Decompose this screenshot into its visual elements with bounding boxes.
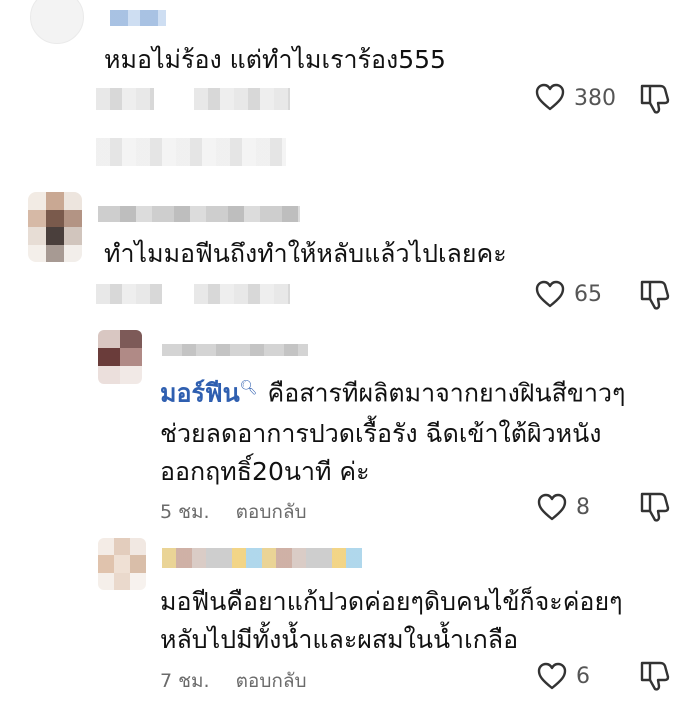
- like-count: 6: [576, 664, 590, 689]
- comment-line: ออกฤทธิ์20นาที ค่ะ: [160, 457, 370, 486]
- heart-outline-icon[interactable]: [534, 279, 566, 309]
- avatar[interactable]: [98, 538, 146, 590]
- meta-redacted: [96, 138, 286, 166]
- comment-line: คือสารทีผลิตมาจากยางฝินสีขาวๆ: [267, 378, 626, 408]
- meta-redacted: [194, 284, 290, 304]
- like-count: 65: [574, 282, 602, 307]
- avatar[interactable]: [98, 330, 142, 384]
- comment-text: มอร์ฟีน🔍︎ คือสารทีผลิตมาจากยางฝินสีขาวๆ: [160, 370, 625, 411]
- username-redacted: [98, 206, 300, 222]
- comment-meta: 5 ชม. ตอบกลับ: [160, 497, 307, 527]
- timestamp: 5 ชม.: [160, 501, 210, 523]
- comment-meta: 7 ชม. ตอบกลับ: [160, 666, 307, 696]
- thumbs-down-outline-icon[interactable]: [638, 490, 672, 524]
- reply-button[interactable]: ตอบกลับ: [236, 670, 307, 692]
- reply-button[interactable]: ตอบกลับ: [236, 501, 307, 523]
- avatar[interactable]: [28, 192, 82, 262]
- comment-line: หลับไปมีทั้งน้ำและผสมในน้ำเกลือ: [160, 625, 519, 654]
- meta-redacted: [96, 88, 154, 110]
- meta-redacted: [96, 284, 162, 304]
- comment-line: มอฟีนคือยาแก้ปวดค่อยๆดิบคนไข้ก็จะค่อยๆ: [160, 587, 623, 616]
- timestamp: 7 ชม.: [160, 670, 210, 692]
- meta-redacted: [194, 88, 290, 110]
- like-count: 8: [576, 495, 590, 520]
- heart-outline-icon[interactable]: [536, 661, 568, 691]
- thumbs-down-outline-icon[interactable]: [638, 278, 672, 312]
- comment-text: หมอไม่ร้อง แต่ทำไมเราร้อง555: [104, 45, 446, 74]
- mention-link[interactable]: มอร์ฟีน: [160, 378, 240, 407]
- avatar[interactable]: [30, 0, 84, 44]
- comment-line: ช่วยลดอาการปวดเรื้อรัง ฉีดเข้าใต้ผิวหนัง: [160, 419, 602, 448]
- thumbs-down-outline-icon[interactable]: [638, 659, 672, 693]
- like-count: 380: [574, 86, 616, 111]
- thumbs-down-outline-icon[interactable]: [638, 82, 672, 116]
- username-redacted: [162, 548, 362, 568]
- heart-outline-icon[interactable]: [534, 82, 566, 112]
- search-icon[interactable]: 🔍︎: [240, 380, 258, 396]
- heart-outline-icon[interactable]: [536, 492, 568, 522]
- comment-text: ทำไมมอฟีนถึงทำให้หลับแล้วไปเลยคะ: [104, 239, 507, 268]
- username-redacted: [110, 10, 166, 26]
- username-redacted: [162, 344, 308, 356]
